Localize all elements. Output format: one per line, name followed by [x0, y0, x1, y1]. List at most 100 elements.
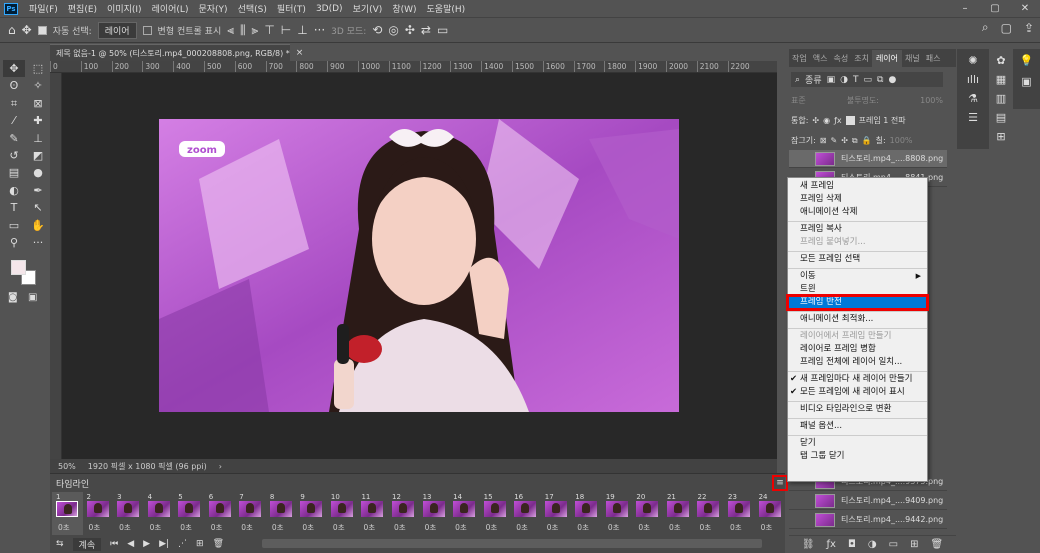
- timeline-frame[interactable]: 23 0초: [724, 492, 755, 535]
- menu-help[interactable]: 도움말(H): [422, 2, 471, 15]
- hand-tool-icon[interactable]: ✋: [27, 217, 49, 234]
- adjustment-layer-icon[interactable]: ◑: [868, 539, 877, 550]
- blend-mode-dropdown[interactable]: 표준: [791, 95, 806, 106]
- first-frame-icon[interactable]: ⏮: [110, 539, 118, 549]
- timeline-frame[interactable]: 21 0초: [663, 492, 694, 535]
- brush-presets-icon[interactable]: ıllı: [967, 73, 979, 86]
- timeline-frame[interactable]: 10 0초: [327, 492, 358, 535]
- history-brush-icon[interactable]: ↺: [3, 147, 25, 164]
- timeline-scrollbar[interactable]: [262, 539, 762, 548]
- menu-window[interactable]: 창(W): [387, 2, 421, 15]
- timeline-frame[interactable]: 5 0초: [174, 492, 205, 535]
- layer-row[interactable]: 티스토리.mp4_....9409.png: [789, 492, 947, 510]
- 3d-pan-icon[interactable]: ✣: [405, 23, 415, 37]
- align-center-icon[interactable]: ⫼: [240, 23, 246, 38]
- filter-toggle-icon[interactable]: ●: [888, 75, 896, 85]
- tab-layers[interactable]: 레이어: [871, 49, 903, 67]
- frame-delay-dropdown[interactable]: 0초: [211, 522, 223, 533]
- tab-properties[interactable]: 속성: [830, 53, 851, 64]
- path-select-icon[interactable]: ↖: [27, 199, 49, 216]
- swatches-grid-icon[interactable]: ▦: [996, 73, 1006, 86]
- frame-delay-dropdown[interactable]: 0초: [699, 522, 711, 533]
- quick-mask-icon[interactable]: ◙: [8, 292, 18, 303]
- type-tool-icon[interactable]: T: [3, 199, 25, 216]
- frame-delay-dropdown[interactable]: 0초: [241, 522, 253, 533]
- lock-pixels-icon[interactable]: ✎: [830, 136, 837, 145]
- timeline-frame[interactable]: 2 0초: [83, 492, 114, 535]
- close-tab-icon[interactable]: ×: [296, 48, 304, 58]
- menu-file[interactable]: 파일(F): [24, 2, 63, 15]
- timeline-frame[interactable]: 16 0초: [510, 492, 541, 535]
- blur-tool-icon[interactable]: ●: [27, 164, 49, 181]
- magic-wand-tool-icon[interactable]: ✧: [27, 77, 49, 94]
- tab-paths[interactable]: 패스: [923, 53, 944, 64]
- timeline-frame[interactable]: 22 0초: [693, 492, 724, 535]
- timeline-frame[interactable]: 3 0초: [113, 492, 144, 535]
- frame-delay-dropdown[interactable]: 0초: [333, 522, 345, 533]
- frame-delay-dropdown[interactable]: 0초: [516, 522, 528, 533]
- eyedropper-tool-icon[interactable]: ⁄: [3, 112, 25, 129]
- new-group-icon[interactable]: ▭: [889, 539, 898, 550]
- timeline-frame[interactable]: 13 0초: [419, 492, 450, 535]
- menu-view[interactable]: 보기(V): [348, 2, 388, 15]
- color-wheel-icon[interactable]: ✿: [996, 54, 1005, 67]
- lock-artboard-icon[interactable]: ⧉: [852, 136, 858, 146]
- timeline-frame[interactable]: 7 0초: [235, 492, 266, 535]
- timeline-frame[interactable]: 1 0초: [52, 492, 83, 535]
- layer-mask-icon[interactable]: ◘: [848, 539, 856, 550]
- marquee-tool-icon[interactable]: ⬚: [27, 60, 49, 77]
- tween-icon[interactable]: ⋰: [178, 539, 187, 549]
- menu-item[interactable]: 애니메이션 최적화...: [788, 313, 927, 326]
- clone-source-icon[interactable]: ⚗: [968, 92, 978, 105]
- minimize-button[interactable]: –: [950, 0, 980, 17]
- timeline-frame[interactable]: 17 0초: [541, 492, 572, 535]
- menu-filter[interactable]: 필터(T): [272, 2, 311, 15]
- lock-position-icon[interactable]: ✣: [841, 136, 848, 145]
- shape-filter-icon[interactable]: ▭: [863, 75, 872, 85]
- align-top-icon[interactable]: ⊤: [264, 23, 274, 37]
- tab-actions[interactable]: 작업: [789, 53, 810, 64]
- smart-filter-icon[interactable]: ⧉: [877, 75, 883, 85]
- frame-delay-dropdown[interactable]: 0초: [302, 522, 314, 533]
- menu-item[interactable]: 탭 그룹 닫기: [788, 450, 927, 463]
- gradient-icon[interactable]: ▥: [996, 92, 1006, 105]
- home-icon[interactable]: ⌂: [8, 23, 16, 37]
- menu-item[interactable]: 프레임 전체에 레이어 일치...: [788, 356, 927, 369]
- frame-delay-dropdown[interactable]: 0초: [669, 522, 681, 533]
- type-filter-icon[interactable]: T: [853, 75, 859, 85]
- timeline-frame[interactable]: 24 0초: [755, 492, 786, 535]
- adjust-filter-icon[interactable]: ◑: [840, 75, 848, 85]
- convert-icon[interactable]: ⇆: [56, 539, 64, 549]
- frame-delay-dropdown[interactable]: 0초: [547, 522, 559, 533]
- crop-tool-icon[interactable]: ⌗: [3, 95, 25, 112]
- libraries-icon[interactable]: ▣: [1021, 75, 1031, 88]
- menu-item[interactable]: 트윈: [788, 283, 927, 296]
- frame-delay-dropdown[interactable]: 0초: [638, 522, 650, 533]
- menu-layer[interactable]: 레이어(L): [147, 2, 194, 15]
- move-tool-icon[interactable]: ✥: [3, 60, 25, 78]
- adjust-sliders-icon[interactable]: ☰: [968, 111, 978, 124]
- frame-delay-dropdown[interactable]: 0초: [89, 522, 101, 533]
- transform-controls-checkbox[interactable]: [142, 25, 152, 35]
- screen-mode-icon[interactable]: ▣: [28, 292, 37, 303]
- frame-delay-dropdown[interactable]: 0초: [150, 522, 162, 533]
- 3d-orbit-icon[interactable]: ⟲: [372, 23, 382, 37]
- unify-position-icon[interactable]: ✣: [812, 116, 819, 125]
- menu-image[interactable]: 이미지(I): [102, 2, 147, 15]
- menu-item[interactable]: ✔ 모든 프레임에 새 레이어 표시: [788, 386, 927, 399]
- restore-button[interactable]: ▢: [980, 0, 1010, 17]
- fill-value[interactable]: 100%: [890, 136, 913, 145]
- menu-item[interactable]: 비디오 타임라인으로 변환: [788, 403, 927, 416]
- layer-style-icon[interactable]: ƒx: [827, 539, 836, 550]
- opacity-value[interactable]: 100%: [920, 96, 943, 105]
- menu-item[interactable]: 애니메이션 삭제: [788, 206, 927, 219]
- workspace-icon[interactable]: ▢: [1001, 21, 1012, 35]
- grid-icon[interactable]: ⊞: [996, 130, 1005, 143]
- align-left-icon[interactable]: ⫷: [227, 23, 234, 38]
- timeline-panel-menu-button[interactable]: ≡: [772, 475, 788, 491]
- frame-delay-dropdown[interactable]: 0초: [119, 522, 131, 533]
- timeline-frame[interactable]: 4 0초: [144, 492, 175, 535]
- frame-delay-dropdown[interactable]: 0초: [761, 522, 773, 533]
- timeline-frame[interactable]: 8 0초: [266, 492, 297, 535]
- document-image[interactable]: zoom: [159, 119, 679, 412]
